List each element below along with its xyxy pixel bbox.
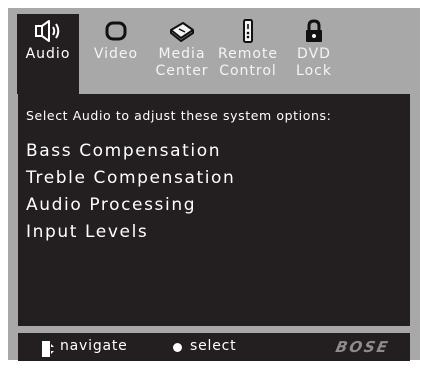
tab-dvd-lock-label: DVD Lock (296, 46, 332, 79)
menu-frame: Audio Video Media Center Remote Control … (8, 8, 420, 361)
tab-video-label: Video (93, 46, 139, 62)
speaker-icon (33, 18, 63, 44)
lock-icon (299, 18, 329, 44)
tab-audio-label: Audio (25, 46, 71, 62)
footer-hint-bar: navigate select BOSE (18, 333, 410, 361)
option-input-levels[interactable]: Input Levels (26, 219, 235, 246)
tab-media-center[interactable]: Media Center (149, 14, 215, 94)
audio-options-panel: Select Audio to adjust these system opti… (18, 94, 410, 326)
tab-dvd-lock[interactable]: DVD Lock (281, 14, 347, 94)
media-center-icon (167, 18, 197, 44)
panel-prompt: Select Audio to adjust these system opti… (26, 108, 332, 123)
tab-remote-control[interactable]: Remote Control (215, 14, 281, 94)
tab-remote-control-label: Remote Control (217, 46, 279, 79)
option-treble-compensation[interactable]: Treble Compensation (26, 165, 235, 192)
tab-bar: Audio Video Media Center Remote Control … (17, 14, 409, 94)
navigate-arrows-icon (42, 341, 54, 357)
tv-screen-icon (101, 18, 131, 44)
select-button-icon (173, 343, 182, 352)
bose-logo: BOSE (334, 338, 392, 356)
remote-control-icon (233, 18, 263, 44)
option-bass-compensation[interactable]: Bass Compensation (26, 138, 235, 165)
navigate-hint: navigate (60, 338, 128, 354)
tab-video[interactable]: Video (83, 14, 149, 94)
options-list: Bass Compensation Treble Compensation Au… (26, 138, 235, 246)
tab-audio[interactable]: Audio (17, 14, 79, 94)
select-hint: select (190, 338, 237, 354)
option-audio-processing[interactable]: Audio Processing (26, 192, 235, 219)
tab-media-center-label: Media Center (155, 46, 209, 79)
